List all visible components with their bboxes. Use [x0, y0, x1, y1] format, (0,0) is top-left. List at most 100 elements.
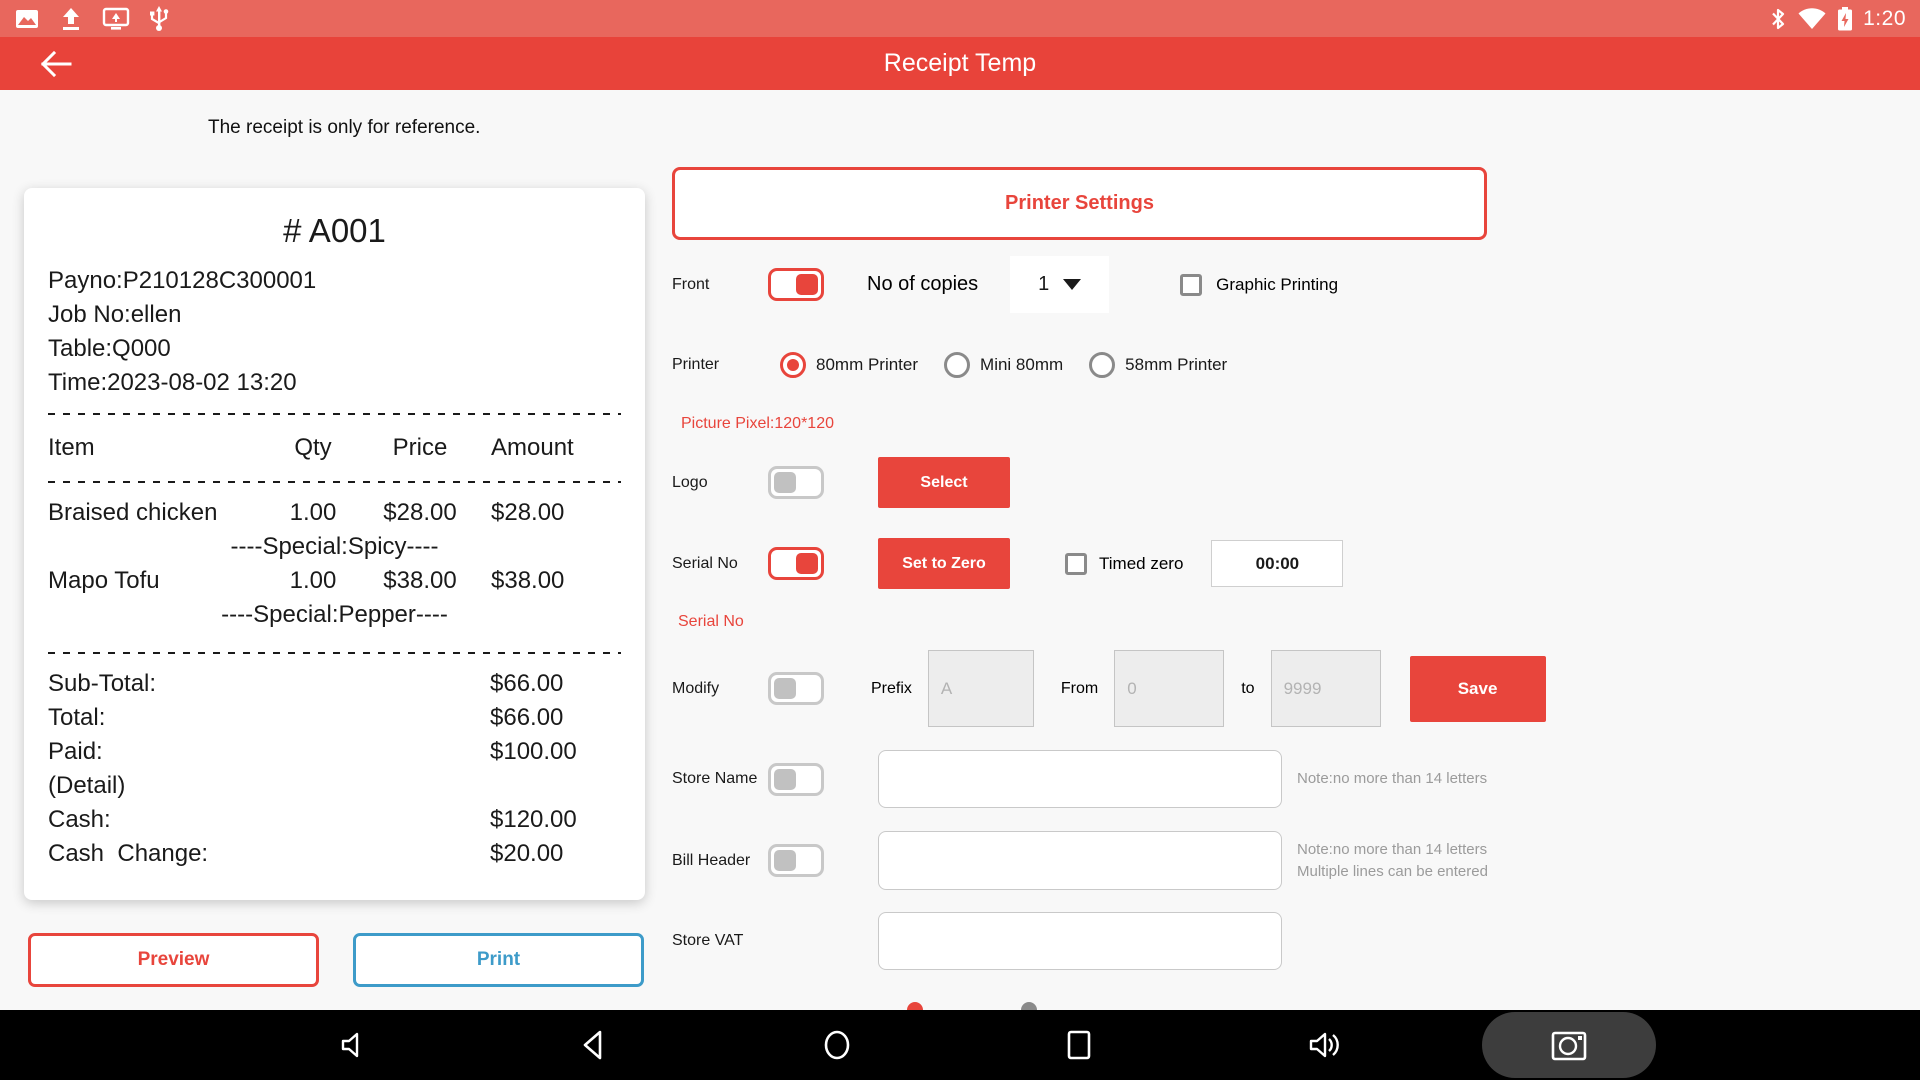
graphic-printing-checkbox[interactable] — [1180, 274, 1202, 296]
total-value: $20.00 — [490, 837, 621, 871]
display-notification-icon — [102, 6, 130, 32]
item-price: $38.00 — [357, 564, 483, 598]
from-input[interactable] — [1114, 650, 1224, 727]
receipt-divider — [48, 652, 621, 654]
printer-settings-button[interactable]: Printer Settings — [672, 167, 1487, 240]
receipt-table-header: Item Qty Price Amount — [48, 428, 621, 468]
store-vat-input[interactable] — [878, 912, 1282, 970]
item-special: ----Special:Pepper---- — [48, 598, 621, 632]
nav-recents-button[interactable] — [1044, 1010, 1114, 1080]
total-label: Cash Change: — [48, 837, 490, 871]
timed-zero-checkbox[interactable] — [1065, 553, 1087, 575]
store-name-note: Note:no more than 14 letters — [1297, 768, 1487, 790]
toggle-knob — [796, 553, 818, 574]
upload-notification-icon — [58, 6, 84, 32]
toggle-knob — [796, 274, 818, 295]
prefix-label: Prefix — [871, 680, 912, 698]
bill-header-note-2: Multiple lines can be entered — [1297, 861, 1488, 883]
picture-pixel-note: Picture Pixel:120*120 — [681, 415, 834, 433]
camera-icon — [1548, 1027, 1590, 1063]
notification-icons — [14, 5, 170, 33]
image-notification-icon — [14, 6, 40, 32]
store-vat-label: Store VAT — [672, 932, 878, 950]
bill-header-toggle[interactable] — [768, 844, 824, 877]
total-value: $66.00 — [490, 667, 621, 701]
receipt-job-no: Job No:ellen — [48, 298, 621, 332]
modify-toggle[interactable] — [768, 672, 824, 705]
toggle-knob — [774, 769, 796, 790]
radio-mini-80mm[interactable] — [944, 352, 970, 378]
preview-button[interactable]: Preview — [28, 933, 319, 987]
nav-recents-icon — [1062, 1028, 1096, 1062]
from-label: From — [1061, 680, 1098, 698]
total-row: Cash Change: $20.00 — [48, 837, 621, 871]
item-special: ----Special:Spicy---- — [48, 530, 621, 564]
timed-zero-time-field[interactable]: 00:00 — [1211, 540, 1343, 587]
receipt-payno: Payno:P210128C300001 — [48, 264, 621, 298]
total-label: Total: — [48, 701, 490, 735]
nav-back-button[interactable] — [559, 1010, 629, 1080]
col-amount: Amount — [483, 428, 621, 468]
status-bar: 1:20 — [0, 0, 1920, 37]
modify-row: Modify Prefix From to Save — [672, 650, 1546, 727]
nav-home-icon — [820, 1028, 854, 1062]
bluetooth-icon — [1769, 6, 1787, 32]
serial-section-label: Serial No — [678, 613, 744, 631]
total-label: (Detail) — [48, 769, 490, 803]
logo-toggle[interactable] — [768, 466, 824, 499]
receipt-item-row: Braised chicken 1.00 $28.00 $28.00 — [48, 496, 621, 530]
modify-label: Modify — [672, 680, 768, 698]
bill-header-label: Bill Header — [672, 852, 768, 870]
total-label: Paid: — [48, 735, 490, 769]
store-name-label: Store Name — [672, 770, 768, 788]
prefix-input[interactable] — [928, 650, 1034, 727]
save-button[interactable]: Save — [1410, 656, 1546, 722]
total-row: (Detail) — [48, 769, 621, 803]
total-value: $100.00 — [490, 735, 621, 769]
receipt-order-no: # A001 — [48, 212, 621, 250]
timed-zero-label: Timed zero — [1099, 554, 1183, 574]
copies-dropdown[interactable]: 1 — [1010, 256, 1109, 313]
screenshot-button[interactable] — [1482, 1012, 1656, 1078]
total-row: Paid: $100.00 — [48, 735, 621, 769]
serial-label: Serial No — [672, 555, 768, 573]
item-qty: 1.00 — [269, 564, 357, 598]
volume-high-icon — [1305, 1028, 1343, 1062]
app-bar: Receipt Temp — [0, 37, 1920, 90]
back-arrow-icon — [39, 49, 73, 79]
radio-80mm-label: 80mm Printer — [816, 355, 918, 375]
store-name-input[interactable] — [878, 750, 1282, 808]
set-to-zero-button[interactable]: Set to Zero — [878, 538, 1010, 589]
bill-header-input[interactable] — [878, 831, 1282, 890]
wifi-icon — [1797, 7, 1827, 31]
radio-58mm-printer[interactable] — [1089, 352, 1115, 378]
front-toggle[interactable] — [768, 268, 824, 301]
volume-up-button[interactable] — [1289, 1010, 1359, 1080]
back-button[interactable] — [36, 46, 76, 82]
total-row: Cash: $120.00 — [48, 803, 621, 837]
serial-toggle[interactable] — [768, 547, 824, 580]
store-name-toggle[interactable] — [768, 763, 824, 796]
to-input[interactable] — [1271, 650, 1381, 727]
page-title: Receipt Temp — [0, 49, 1920, 78]
total-value — [490, 769, 621, 803]
nav-home-button[interactable] — [802, 1010, 872, 1080]
volume-low-icon — [335, 1028, 369, 1062]
item-qty: 1.00 — [269, 496, 357, 530]
total-row: Total: $66.00 — [48, 701, 621, 735]
clock: 1:20 — [1863, 7, 1906, 31]
logo-select-button[interactable]: Select — [878, 457, 1010, 508]
total-row: Sub-Total: $66.00 — [48, 667, 621, 701]
print-button[interactable]: Print — [353, 933, 644, 987]
bill-header-note-1: Note:no more than 14 letters — [1297, 839, 1488, 861]
receipt-time: Time:2023-08-02 13:20 — [48, 366, 621, 400]
item-name: Mapo Tofu — [48, 564, 269, 598]
radio-mini-80mm-label: Mini 80mm — [980, 355, 1063, 375]
volume-down-button[interactable] — [317, 1010, 387, 1080]
printer-row: Printer 80mm Printer Mini 80mm 58mm Prin… — [672, 352, 1227, 378]
front-row: Front No of copies 1 Graphic Printing — [672, 256, 1338, 313]
item-amount: $38.00 — [483, 564, 621, 598]
copies-value: 1 — [1038, 273, 1049, 296]
radio-80mm-printer[interactable] — [780, 352, 806, 378]
usb-notification-icon — [148, 5, 170, 33]
